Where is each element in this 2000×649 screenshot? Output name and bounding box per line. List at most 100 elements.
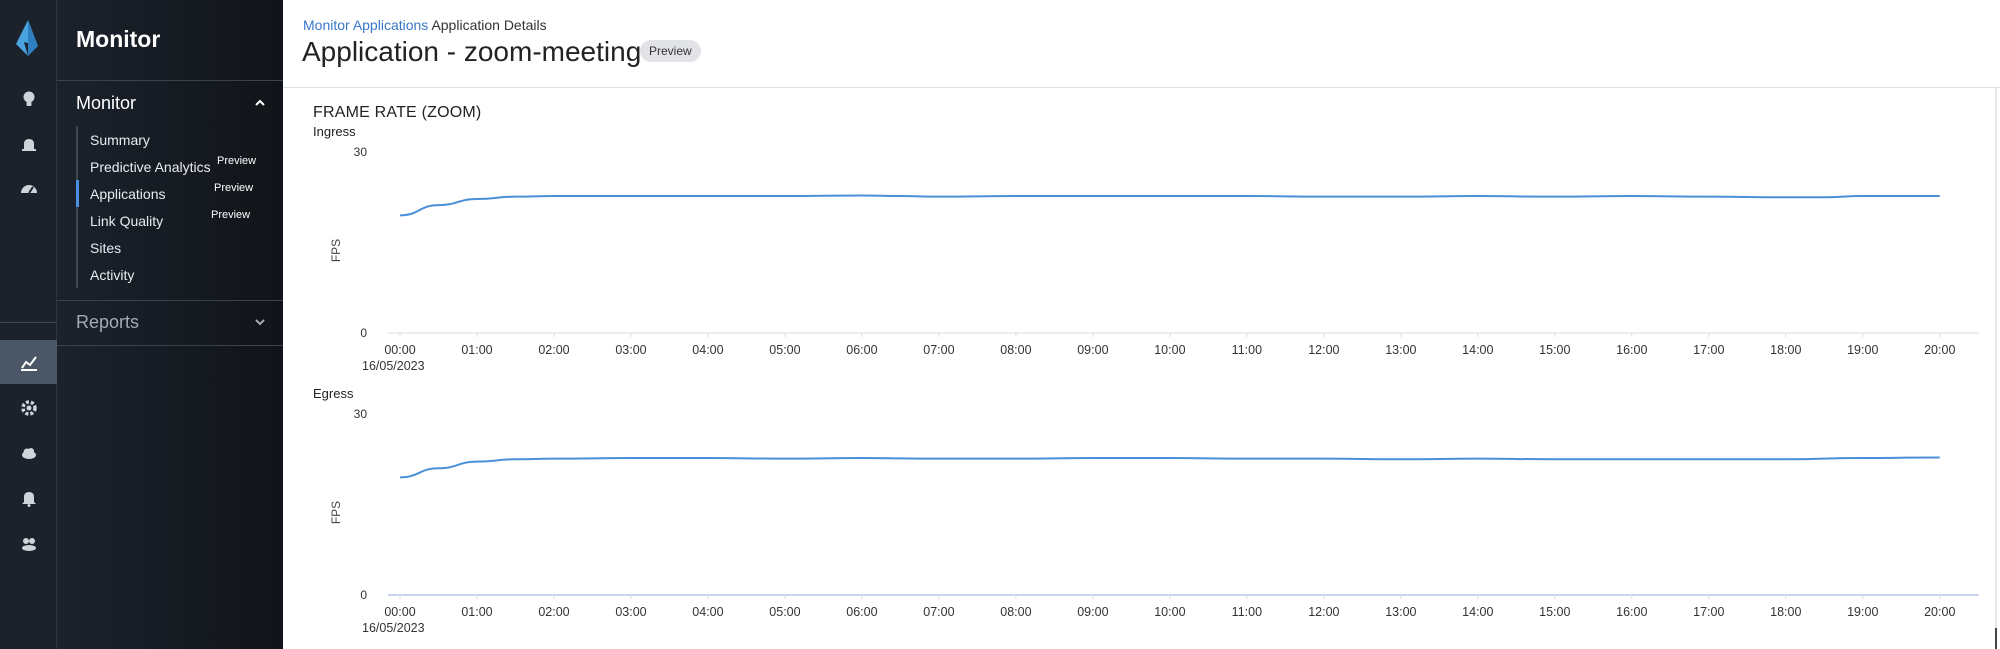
nav-divider (57, 300, 283, 301)
x-tick-label: 16:00 (1616, 343, 1647, 357)
x-tick-label: 00:00 (384, 343, 415, 357)
x-date-label: 16/05/2023 (362, 621, 425, 635)
x-tick-label: 12:00 (1308, 605, 1339, 619)
nav-title: Monitor (76, 26, 161, 52)
sidebar-item-activity[interactable]: Activity (78, 261, 276, 288)
scrollbar-track[interactable] (1995, 88, 1997, 649)
sidebar-item-link-quality[interactable]: Link Quality Preview (78, 207, 276, 234)
x-tick-label: 04:00 (692, 605, 723, 619)
x-tick-label: 09:00 (1077, 343, 1108, 357)
preview-badge: Preview (640, 40, 701, 62)
breadcrumb: Monitor Applications Application Details (303, 17, 547, 33)
x-tick-label: 10:00 (1154, 605, 1185, 619)
x-tick-label: 18:00 (1770, 343, 1801, 357)
nav-divider (57, 80, 283, 81)
nav-divider (57, 345, 283, 346)
x-tick-label: 18:00 (1770, 605, 1801, 619)
x-tick-label: 05:00 (769, 605, 800, 619)
x-tick-label: 14:00 (1462, 343, 1493, 357)
preview-badge: Preview (211, 209, 251, 221)
x-tick-label: 19:00 (1847, 605, 1878, 619)
logo-icon[interactable] (12, 18, 44, 58)
page-header: Monitor Applications Application Details… (283, 0, 2000, 88)
x-tick-label: 13:00 (1385, 343, 1416, 357)
icon-rail (0, 0, 57, 649)
section-reports[interactable]: Reports (76, 310, 266, 334)
x-tick-label: 07:00 (923, 343, 954, 357)
y-axis-label: FPS (329, 501, 343, 524)
sidebar-item-predictive-analytics[interactable]: Predictive Analytics Preview (78, 153, 276, 180)
preview-badge: Preview (214, 182, 254, 194)
x-tick-label: 08:00 (1000, 605, 1031, 619)
section-monitor[interactable]: Monitor (76, 91, 266, 115)
bell-icon[interactable] (0, 476, 57, 520)
breadcrumb-monitor-link[interactable]: Monitor (303, 17, 350, 33)
x-tick-label: 09:00 (1077, 605, 1108, 619)
x-tick-label: 01:00 (461, 343, 492, 357)
panel-title: FRAME RATE (ZOOM) (313, 104, 482, 121)
breadcrumb-applications-link[interactable]: Applications (353, 17, 429, 33)
dashboard-gauge-icon[interactable] (0, 167, 57, 211)
chevron-up-icon (255, 99, 265, 106)
x-tick-label: 16:00 (1616, 605, 1647, 619)
ingress-chart: 30 0 FPS 00:00 01:00 02:00 03:00 04:00 05:00 06:0… (329, 145, 1979, 373)
lightbulb-icon[interactable] (0, 77, 57, 121)
x-tick-label: 10:00 (1154, 343, 1185, 357)
cloud-icon[interactable] (0, 431, 57, 475)
sidebar-item-label: Predictive Analytics (90, 158, 211, 175)
x-tick-label: 13:00 (1385, 605, 1416, 619)
x-tick-label: 02:00 (538, 605, 569, 619)
y-tick-label: 0 (360, 326, 367, 340)
y-tick-label: 0 (360, 588, 367, 602)
y-axis-label: FPS (329, 239, 343, 262)
x-tick-label: 05:00 (769, 343, 800, 357)
series-line (399, 456, 1940, 479)
y-tick-label: 30 (354, 145, 368, 159)
chart-title-egress: Egress (313, 386, 354, 401)
page-title: Application - zoom-meeting (302, 36, 642, 67)
x-tick-label: 07:00 (923, 605, 954, 619)
x-tick-label: 17:00 (1693, 343, 1724, 357)
analytics-chart-icon[interactable] (0, 340, 57, 384)
frame-rate-panel: FRAME RATE (ZOOM) Ingress 30 0 FPS 00:00 01:… (283, 88, 1997, 649)
x-tick-label: 11:00 (1232, 605, 1262, 619)
sidebar-item-summary[interactable]: Summary (78, 126, 276, 153)
x-tick-label: 00:00 (384, 605, 415, 619)
x-tick-label: 20:00 (1924, 605, 1955, 619)
sidebar-item-applications[interactable]: Applications Preview (76, 180, 276, 207)
sidebar-item-label: Sites (90, 239, 122, 256)
sidebar-item-label: Activity (90, 266, 135, 283)
x-tick-label: 08:00 (1000, 343, 1031, 357)
x-tick-label: 01:00 (461, 605, 492, 619)
x-tick-label: 19:00 (1847, 343, 1878, 357)
rail-divider (0, 322, 57, 323)
x-tick-label: 15:00 (1539, 343, 1570, 357)
nav-sidebar: Monitor Monitor Summary Predictive Analy… (57, 0, 283, 649)
y-tick-label: 30 (354, 407, 368, 421)
x-tick-label: 06:00 (846, 605, 877, 619)
breadcrumb-current: Application Details (431, 17, 547, 33)
x-tick-label: 04:00 (692, 343, 723, 357)
alarm-icon[interactable] (0, 122, 57, 166)
scrollbar-thumb[interactable] (1995, 628, 1997, 649)
sidebar-item-label: Link Quality (90, 212, 164, 229)
gear-icon[interactable] (0, 386, 57, 430)
sidebar-item-label: Summary (90, 131, 150, 148)
x-tick-label: 20:00 (1924, 343, 1955, 357)
x-tick-label: 03:00 (615, 343, 646, 357)
x-tick-label: 14:00 (1462, 605, 1493, 619)
x-date-label: 16/05/2023 (362, 359, 425, 373)
sidebar-item-sites[interactable]: Sites (78, 234, 276, 261)
x-tick-label: 06:00 (846, 343, 877, 357)
x-tick-label: 11:00 (1232, 343, 1262, 357)
x-tick-label: 17:00 (1693, 605, 1724, 619)
preview-badge: Preview (217, 155, 257, 167)
series-line (399, 194, 1940, 217)
section-reports-label: Reports (76, 311, 140, 332)
x-tick-label: 12:00 (1308, 343, 1339, 357)
x-tick-label: 02:00 (538, 343, 569, 357)
chevron-down-icon (255, 319, 265, 326)
users-icon[interactable] (0, 521, 57, 565)
sidebar-item-label: Applications (90, 185, 166, 202)
nav-items: Summary Predictive Analytics Preview App… (76, 126, 276, 288)
